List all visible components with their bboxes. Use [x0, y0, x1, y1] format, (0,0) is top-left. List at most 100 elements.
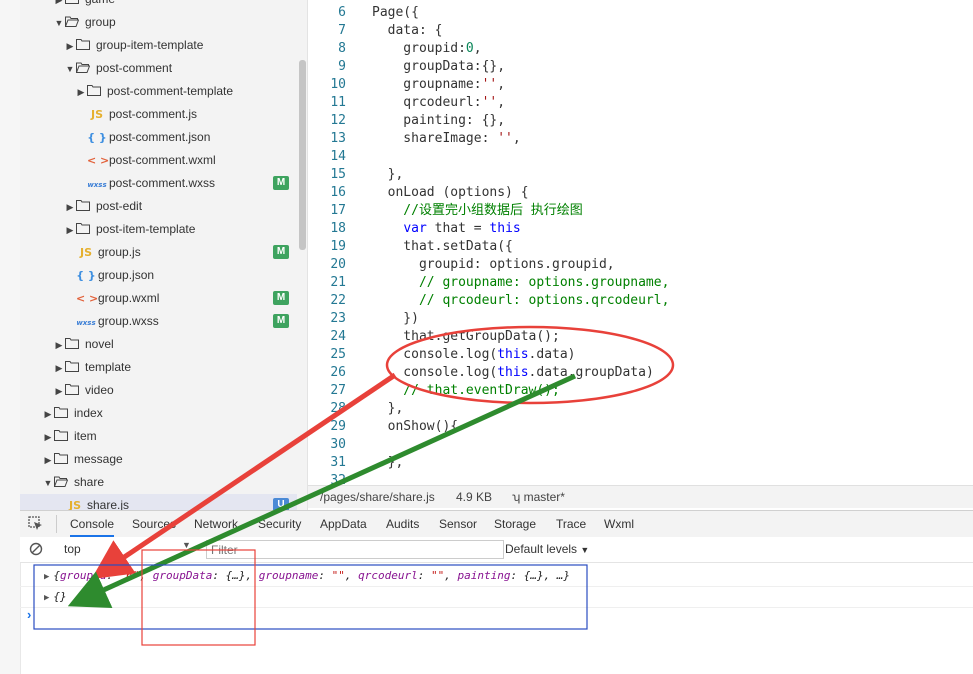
tree-folder[interactable]: ▼ share: [20, 471, 297, 494]
log-levels-dropdown[interactable]: Default levels ▼: [505, 540, 589, 558]
tree-file[interactable]: { } group.json: [20, 264, 297, 287]
tree-folder[interactable]: ▶ template: [20, 356, 297, 379]
tree-item-label: item: [74, 429, 97, 443]
tree-file[interactable]: JS post-comment.js: [20, 103, 297, 126]
chevron-right-icon[interactable]: ▶: [42, 449, 54, 472]
code-line[interactable]: 31 },: [308, 454, 403, 472]
code-line[interactable]: 20 groupid: options.groupid,: [308, 256, 614, 274]
tree-item-label: template: [85, 360, 132, 374]
tab-sensor[interactable]: Sensor: [439, 511, 477, 537]
tab-console[interactable]: Console: [70, 511, 115, 537]
chevron-right-icon[interactable]: ▶: [75, 81, 87, 104]
chevron-down-icon[interactable]: ▼: [64, 58, 76, 81]
chevron-down-icon[interactable]: ▼: [42, 472, 54, 495]
inspect-element-icon[interactable]: [28, 516, 43, 531]
code-line[interactable]: 15 },: [308, 166, 403, 184]
code-token: qrcodeurl:: [372, 95, 482, 110]
code-line[interactable]: 7 data: {: [308, 22, 442, 40]
tree-item-label: group-item-template: [96, 38, 204, 52]
chevron-right-icon[interactable]: ▶: [42, 426, 54, 449]
tree-folder[interactable]: ▶ message: [20, 448, 297, 471]
line-number: 27: [330, 383, 346, 398]
tree-folder[interactable]: ▶ post-comment-template: [20, 80, 297, 103]
tab-storage[interactable]: Storage: [494, 511, 536, 537]
code-line[interactable]: 30: [308, 436, 372, 454]
code-line[interactable]: 8 groupid:0,: [308, 40, 481, 58]
tree-folder[interactable]: ▶game: [20, 0, 297, 11]
tree-file[interactable]: JS share.js U: [20, 494, 297, 510]
code-line[interactable]: 27 // that.eventDraw();: [308, 382, 560, 400]
code-line[interactable]: 29 onShow(){: [308, 418, 458, 436]
console-message-groupdata[interactable]: ▶ {}: [20, 587, 973, 608]
code-line[interactable]: 19 that.setData({: [308, 238, 513, 256]
tree-folder[interactable]: ▶ item: [20, 425, 297, 448]
tab-audits[interactable]: Audits: [386, 511, 419, 537]
git-branch[interactable]: ʮ master*: [512, 486, 565, 508]
console-message-data[interactable]: ▶ {groupid: "6", groupData: {…}, groupnam…: [20, 566, 973, 587]
code-line[interactable]: 22 // qrcodeurl: options.qrcodeurl,: [308, 292, 669, 310]
code-line[interactable]: 28 },: [308, 400, 403, 418]
tree-folder[interactable]: ▶ index: [20, 402, 297, 425]
code-line[interactable]: 6 Page({: [308, 4, 419, 22]
line-number: 7: [338, 23, 346, 38]
tab-network[interactable]: Network: [194, 511, 238, 537]
code-line[interactable]: 23 }): [308, 310, 419, 328]
chevron-right-icon[interactable]: ▶: [64, 196, 76, 219]
tree-folder[interactable]: ▼ post-comment: [20, 57, 297, 80]
chevron-down-icon[interactable]: ▼: [53, 12, 65, 35]
filter-input[interactable]: [206, 540, 504, 559]
code-line[interactable]: 12 painting: {},: [308, 112, 505, 130]
file-size: 4.9 KB: [456, 490, 493, 504]
tree-folder[interactable]: ▶ group-item-template: [20, 34, 297, 57]
code-line[interactable]: 13 shareImage: '',: [308, 130, 520, 148]
tree-file[interactable]: wxss group.wxss M: [20, 310, 297, 333]
code-line[interactable]: 25 console.log(this.data): [308, 346, 575, 364]
chevron-right-icon[interactable]: ▶: [53, 357, 65, 380]
tree-folder[interactable]: ▶ post-item-template: [20, 218, 297, 241]
chevron-right-icon[interactable]: ▶: [42, 403, 54, 426]
tree-folder[interactable]: ▶ video: [20, 379, 297, 402]
tab-wxml[interactable]: Wxml: [604, 511, 634, 537]
tab-security[interactable]: Security: [258, 511, 301, 537]
tree-item-label: post-comment.wxml: [109, 153, 216, 167]
tree-file[interactable]: < >group.wxml M: [20, 287, 297, 310]
explorer-scrollbar[interactable]: [299, 60, 306, 250]
console-token: "6": [119, 569, 140, 582]
tab-trace[interactable]: Trace: [556, 511, 586, 537]
tree-file[interactable]: { } post-comment.json: [20, 126, 297, 149]
js-file-icon: JS: [90, 108, 103, 121]
code-line[interactable]: 14: [308, 148, 372, 166]
code-line[interactable]: 21 // groupname: options.groupname,: [308, 274, 669, 292]
tree-folder[interactable]: ▶ post-edit: [20, 195, 297, 218]
code-line[interactable]: 18 var that = this: [308, 220, 520, 238]
tab-appdata[interactable]: AppData: [320, 511, 367, 537]
chevron-right-icon[interactable]: ▶: [53, 380, 65, 403]
code-line[interactable]: 24 that.getGroupData();: [308, 328, 560, 346]
console-prompt[interactable]: ›: [27, 607, 31, 622]
code-line[interactable]: 11 qrcodeurl:'',: [308, 94, 505, 112]
code-line[interactable]: 26 console.log(this.data.groupData): [308, 364, 653, 382]
line-number: 21: [330, 275, 346, 290]
tree-folder[interactable]: ▶ novel: [20, 333, 297, 356]
expand-triangle-icon[interactable]: ▶: [44, 593, 49, 603]
code-token: that.getGroupData();: [372, 329, 560, 344]
git-branch-icon: ʮ: [512, 490, 521, 504]
chevron-right-icon[interactable]: ▶: [64, 219, 76, 242]
tab-sources[interactable]: Sources: [132, 511, 176, 537]
code-line[interactable]: 32: [308, 472, 372, 485]
tree-file[interactable]: JS group.js M: [20, 241, 297, 264]
code-editor[interactable]: 6 Page({7 data: {8 groupid:0, 9 groupData:…: [308, 0, 973, 485]
clear-console-icon[interactable]: [29, 542, 43, 556]
code-line[interactable]: 10 groupname:'',: [308, 76, 505, 94]
tree-file[interactable]: wxss post-comment.wxss M: [20, 172, 297, 195]
code-token: console.log(: [372, 365, 498, 380]
expand-triangle-icon[interactable]: ▶: [44, 572, 49, 582]
chevron-right-icon[interactable]: ▶: [64, 35, 76, 58]
chevron-right-icon[interactable]: ▶: [53, 334, 65, 357]
code-line[interactable]: 17 //设置完小组数据后 执行绘图: [308, 202, 582, 220]
code-line[interactable]: 16 onLoad (options) {: [308, 184, 528, 202]
folder-icon: [54, 430, 68, 441]
tree-folder[interactable]: ▼ group: [20, 11, 297, 34]
tree-file[interactable]: < >post-comment.wxml: [20, 149, 297, 172]
code-line[interactable]: 9 groupData:{},: [308, 58, 505, 76]
